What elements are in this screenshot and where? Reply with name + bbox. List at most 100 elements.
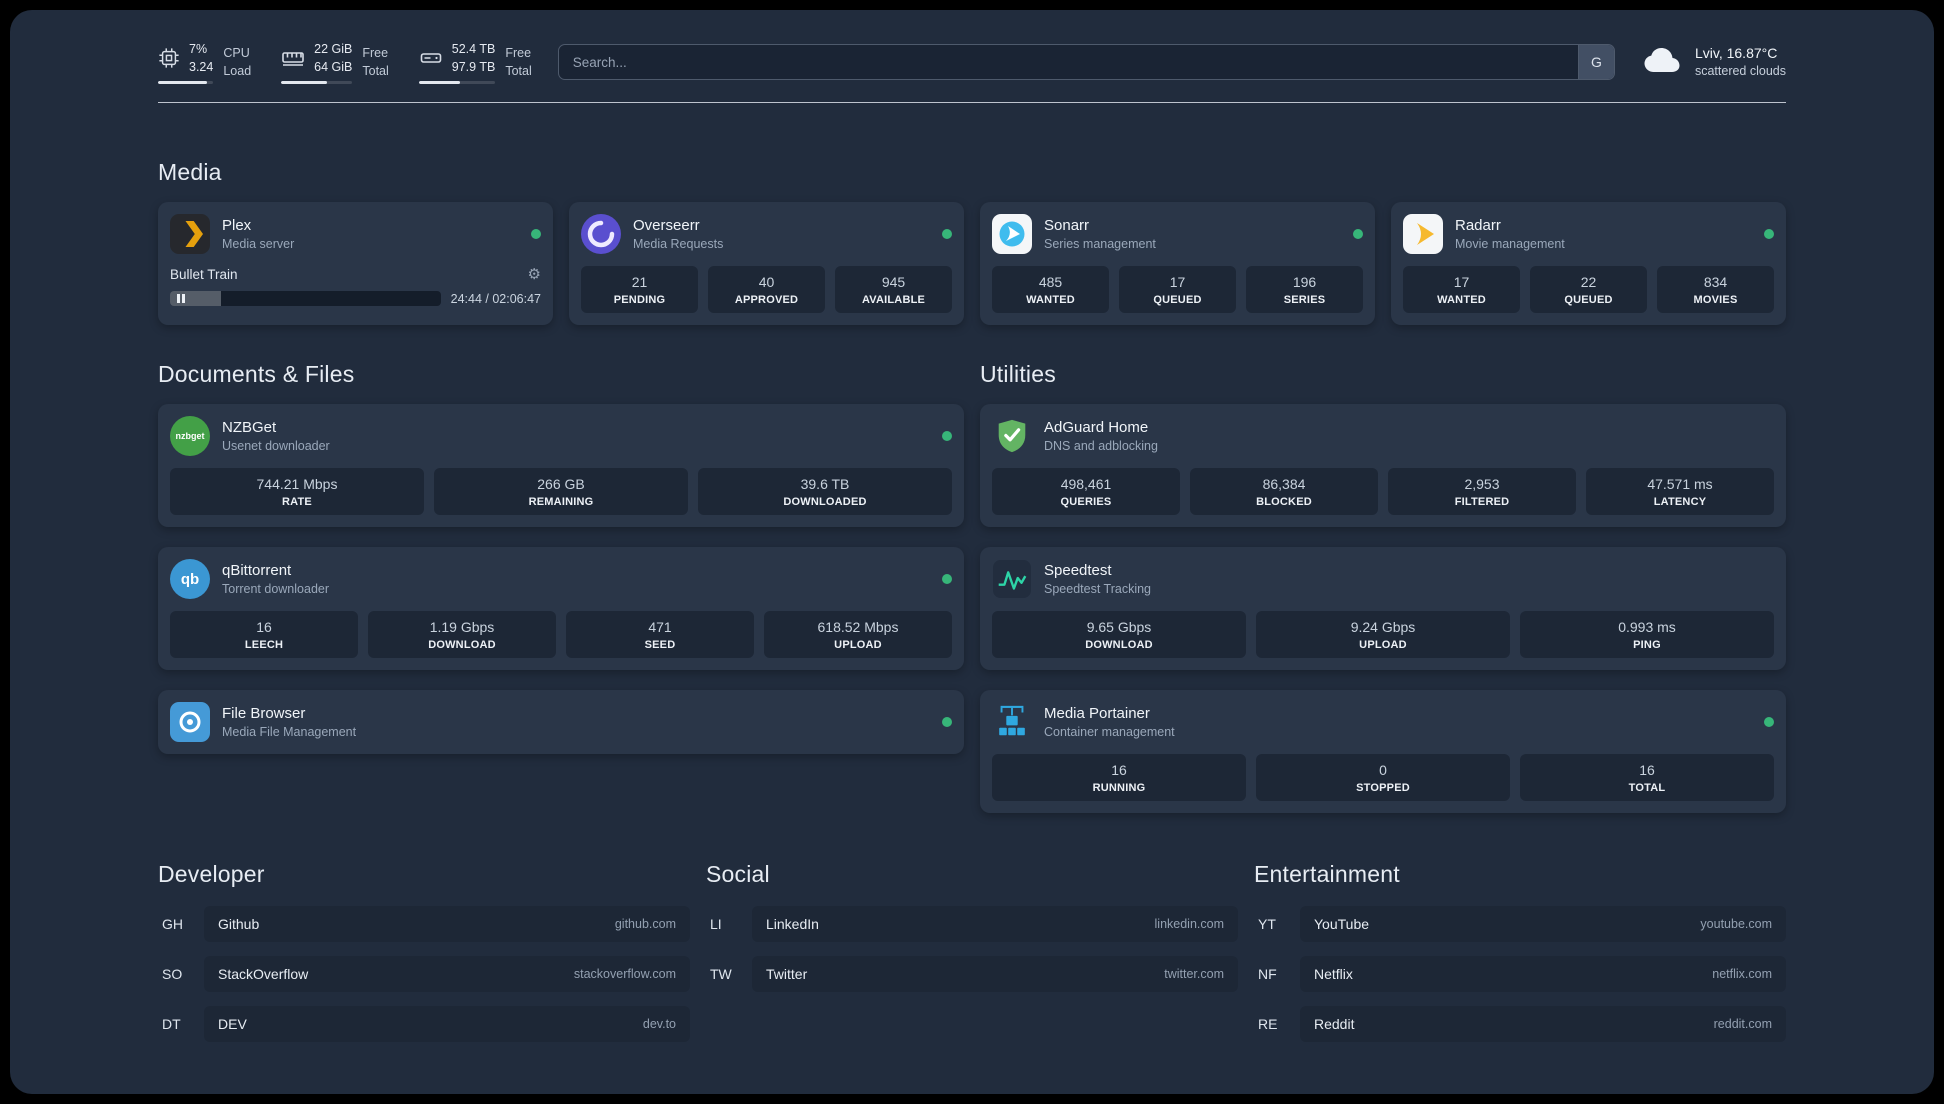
stat-stopped: 0 STOPPED (1256, 754, 1510, 802)
status-dot (942, 574, 952, 585)
bookmark-abbr: TW (710, 966, 732, 983)
speedtest-icon (992, 559, 1032, 599)
disk-resource-widget: 52.4 TB 97.9 TB Free Total (418, 40, 532, 85)
app-name: qBittorrent (222, 562, 292, 580)
app-card-overseerr[interactable]: Overseerr Media Requests 21 PENDING 40 A… (569, 202, 964, 326)
bookmark-name: StackOverflow (218, 966, 309, 983)
search-provider-button[interactable]: G (1577, 45, 1614, 80)
bookmark-abbr: YT (1258, 916, 1276, 933)
bookmark-url: twitter.com (1164, 967, 1224, 982)
app-card-sonarr[interactable]: Sonarr Series management 485 WANTED 17 Q… (980, 202, 1375, 326)
app-card-qbittorrent[interactable]: qb qBittorrent Torrent downloader 16 LEE… (158, 547, 964, 671)
app-name: Sonarr (1044, 217, 1090, 235)
app-name: Plex (222, 217, 252, 235)
overseerr-icon (581, 214, 621, 255)
bookmark-group-social: Social LI LinkedIn linkedin.com TW Twitt… (706, 861, 1238, 1056)
now-playing-title: Bullet Train (170, 267, 238, 283)
bookmark-abbr: SO (162, 966, 183, 983)
search-bar: G (557, 44, 1615, 81)
qbittorrent-icon: qb (170, 559, 210, 600)
stat-series: 196 SERIES (1246, 266, 1363, 314)
bookmark-abbr: LI (710, 916, 722, 933)
playback-progress-bar[interactable] (170, 291, 441, 307)
stat-total: 16 TOTAL (1520, 754, 1774, 802)
stat-upload: 9.24 Gbps UPLOAD (1256, 611, 1510, 659)
bookmark-reddit[interactable]: RE Reddit reddit.com (1254, 1006, 1786, 1043)
disk-usage-bar (418, 81, 496, 85)
stat-latency: 47.571 ms LATENCY (1586, 468, 1774, 516)
app-description: Media File Management (222, 725, 357, 740)
bookmark-name: Twitter (766, 966, 808, 983)
memory-resource-widget: 22 GiB 64 GiB Free Total (281, 40, 389, 85)
bookmark-url: dev.to (642, 1017, 676, 1032)
app-card-nzbget[interactable]: nzbget NZBGet Usenet downloader 744.21 M… (158, 404, 964, 528)
stat-download: 1.19 Gbps DOWNLOAD (368, 611, 556, 659)
app-description: Container management (1044, 725, 1175, 740)
app-card-radarr[interactable]: Radarr Movie management 17 WANTED 22 QUE… (1391, 202, 1786, 326)
bookmark-url: linkedin.com (1154, 917, 1224, 932)
app-card-filebrowser[interactable]: File Browser Media File Management (158, 690, 964, 755)
stat-queued: 22 QUEUED (1530, 266, 1647, 314)
app-name: Media Portainer (1044, 705, 1150, 723)
cpu-usage-bar (158, 81, 214, 85)
cpu-label-top: CPU (223, 46, 250, 60)
widget-settings-icon[interactable]: ⚙ (528, 267, 541, 282)
bookmark-stackoverflow[interactable]: SO StackOverflow stackoverflow.com (158, 956, 690, 993)
status-dot (942, 229, 952, 240)
bookmark-name: Netflix (1314, 966, 1353, 983)
app-card-portainer[interactable]: Media Portainer Container management 16 … (980, 690, 1786, 814)
bookmark-abbr: GH (162, 916, 183, 933)
stat-filtered: 2,953 FILTERED (1388, 468, 1576, 516)
app-card-speedtest[interactable]: Speedtest Speedtest Tracking 9.65 Gbps D… (980, 547, 1786, 671)
weather-location: Lviv, 16.87°C (1694, 44, 1778, 61)
portainer-icon (992, 702, 1032, 742)
bookmark-name: Reddit (1314, 1016, 1355, 1033)
app-card-plex[interactable]: Plex Media server Bullet Train ⚙ 24:44 /… (158, 202, 553, 326)
app-description: Speedtest Tracking (1044, 582, 1152, 597)
stat-blocked: 86,384 BLOCKED (1190, 468, 1378, 516)
bookmark-youtube[interactable]: YT YouTube youtube.com (1254, 906, 1786, 943)
bookmark-dev[interactable]: DT DEV dev.to (158, 1006, 690, 1043)
memory-label-bottom: Total (362, 64, 389, 79)
bookmark-group-entertainment: Entertainment YT YouTube youtube.com NF … (1254, 861, 1786, 1056)
weather-description: scattered clouds (1694, 64, 1786, 79)
adguard-icon (992, 416, 1032, 456)
stat-remaining: 266 GB REMAINING (434, 468, 688, 516)
cpu-resource-widget: 7% 3.24 CPU Load (158, 40, 251, 85)
disk-icon (419, 46, 443, 70)
status-dot (1353, 229, 1363, 240)
bookmark-name: YouTube (1314, 916, 1370, 933)
weather-widget: Lviv, 16.87°C scattered clouds (1641, 44, 1786, 81)
section-title-social: Social (706, 861, 770, 888)
pause-icon[interactable] (177, 294, 185, 304)
bookmark-github[interactable]: GH Github github.com (158, 906, 690, 943)
stat-seed: 471 SEED (566, 611, 754, 659)
filebrowser-icon (170, 702, 210, 743)
resource-widgets: 7% 3.24 CPU Load 22 GiB 64 GiB Free Tota… (158, 40, 532, 85)
cpu-icon (158, 47, 180, 69)
bookmark-abbr: NF (1258, 966, 1277, 983)
bookmark-netflix[interactable]: NF Netflix netflix.com (1254, 956, 1786, 993)
app-card-adguard[interactable]: AdGuard Home DNS and adblocking 498,461 … (980, 404, 1786, 528)
utilities-column: Utilities AdGuard Home DNS and adblockin… (980, 361, 1786, 814)
app-name: NZBGet (222, 419, 277, 437)
dashboard-page: 7% 3.24 CPU Load 22 GiB 64 GiB Free Tota… (10, 10, 1934, 1094)
cpu-load-value: 3.24 (189, 60, 214, 75)
stat-wanted: 485 WANTED (992, 266, 1109, 314)
status-dot (942, 717, 952, 728)
stat-download: 9.65 Gbps DOWNLOAD (992, 611, 1246, 659)
section-title-developer: Developer (158, 861, 265, 888)
stat-wanted: 17 WANTED (1403, 266, 1520, 314)
bookmark-linkedin[interactable]: LI LinkedIn linkedin.com (706, 906, 1238, 943)
section-title-utilities: Utilities (980, 361, 1056, 388)
app-name: Radarr (1455, 217, 1501, 235)
cpu-percent: 7% (189, 42, 208, 56)
search-input[interactable] (558, 45, 1578, 80)
bookmark-twitter[interactable]: TW Twitter twitter.com (706, 956, 1238, 993)
app-description: Media server (222, 237, 295, 252)
app-description: DNS and adblocking (1044, 439, 1158, 454)
memory-total: 64 GiB (314, 60, 353, 75)
memory-free: 22 GiB (314, 42, 353, 56)
stat-queued: 17 QUEUED (1119, 266, 1236, 314)
header-divider (158, 102, 1786, 104)
